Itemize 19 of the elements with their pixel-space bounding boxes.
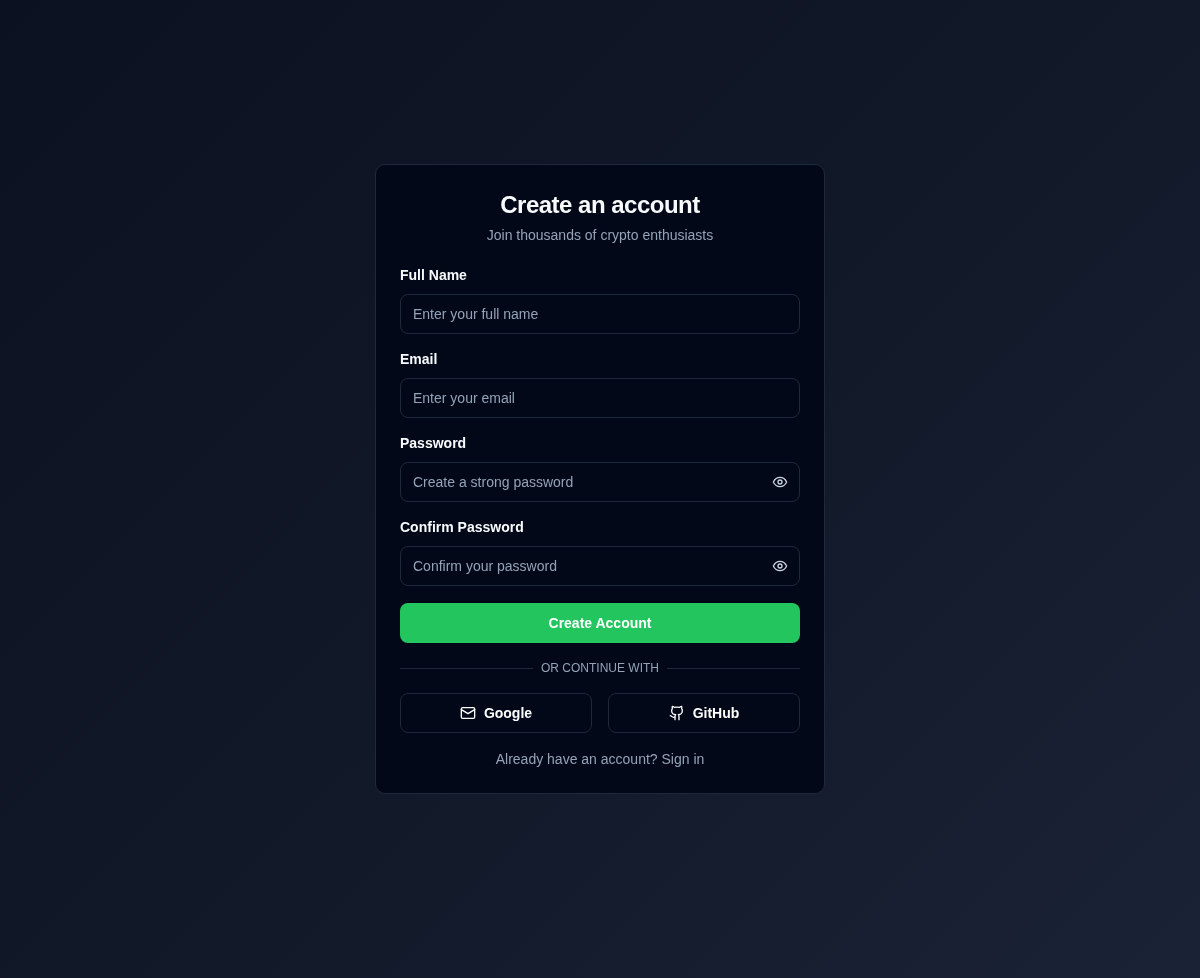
card-subtitle: Join thousands of crypto enthusiasts <box>486 227 714 243</box>
input-field[interactable]: Enter your full name <box>400 294 800 334</box>
eye-icon[interactable] <box>772 474 788 490</box>
field-label: Password <box>400 435 467 451</box>
social-login-button[interactable]: Google <box>400 693 592 733</box>
input-field[interactable]: Enter your email <box>400 378 800 418</box>
divider-text: OR CONTINUE WITH <box>541 661 659 675</box>
sign-in-link[interactable]: Sign in <box>661 751 705 767</box>
field-label: Email <box>400 351 438 367</box>
input-field[interactable]: Create a strong password <box>400 462 800 502</box>
footer-text: Already have an account? <box>495 751 658 767</box>
eye-icon[interactable] <box>772 558 788 574</box>
envelope-icon <box>459 705 476 721</box>
social-login-button[interactable]: GitHub <box>608 693 800 733</box>
github-icon <box>668 705 685 721</box>
field-label: Confirm Password <box>400 519 524 535</box>
card-title: Create an account <box>500 191 700 219</box>
input-field[interactable]: Confirm your password <box>400 546 800 586</box>
field-label: Full Name <box>400 267 467 283</box>
